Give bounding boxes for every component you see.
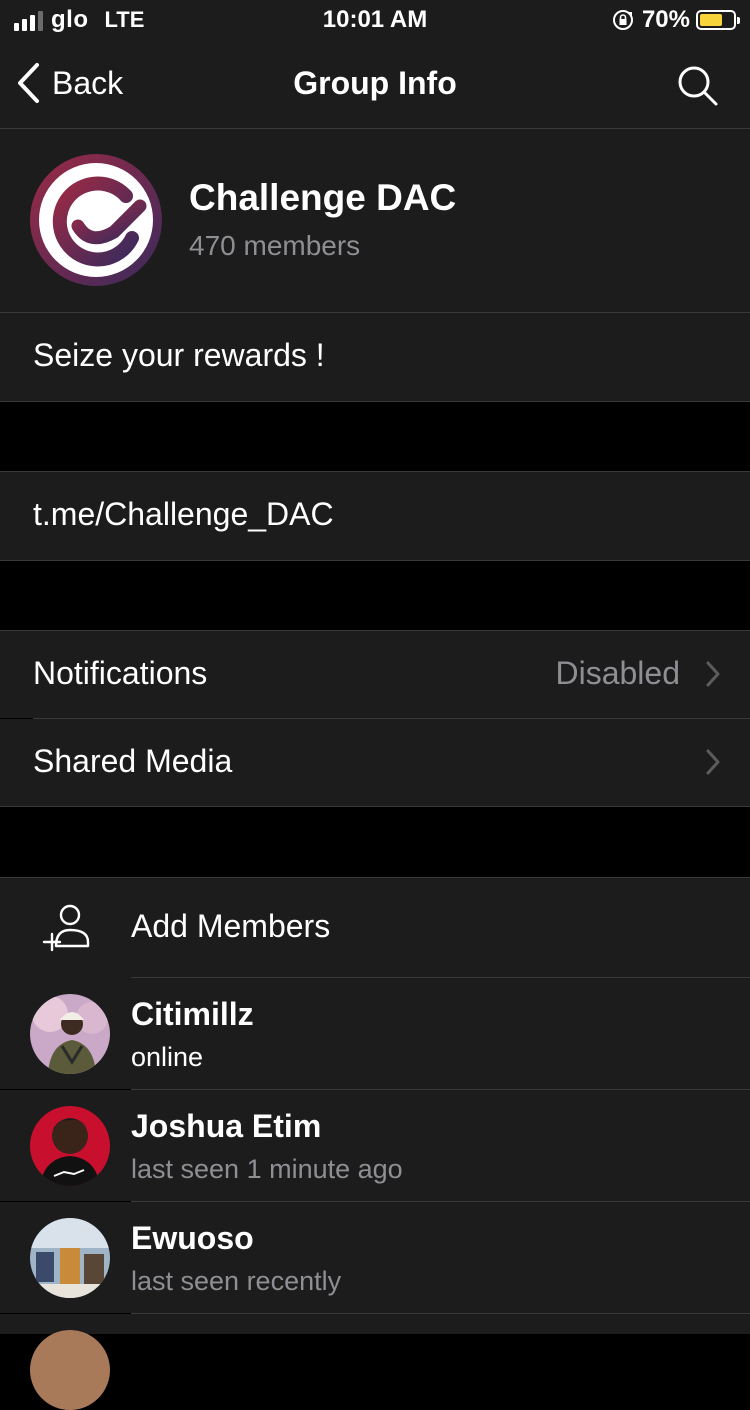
status-right: 70% (612, 6, 740, 34)
shared-media-label: Shared Media (33, 743, 233, 779)
member-name: Joshua Etim (131, 1108, 322, 1144)
member-row[interactable] (0, 1314, 750, 1410)
add-members-label: Add Members (131, 908, 331, 944)
add-user-icon (42, 904, 90, 952)
search-button[interactable] (676, 64, 720, 113)
chevron-right-icon (706, 661, 720, 687)
status-bar: glo LTE 10:01 AM 70% (0, 0, 750, 40)
rotation-lock-icon (612, 10, 633, 30)
divider (0, 401, 750, 402)
add-members-row[interactable]: Add Members (0, 878, 750, 978)
back-label: Back (52, 64, 124, 101)
divider (0, 806, 750, 807)
back-button[interactable]: Back (16, 62, 123, 104)
member-avatar (30, 1106, 110, 1186)
group-description: Seize your rewards ! (33, 337, 325, 373)
member-name: Citimillz (131, 996, 254, 1032)
member-status: last seen 1 minute ago (131, 1154, 403, 1184)
link-row[interactable]: t.me/Challenge_DAC (0, 472, 750, 560)
group-header: Challenge DAC 470 members (0, 129, 750, 312)
member-name: Ewuoso (131, 1220, 254, 1256)
member-avatar (30, 1330, 110, 1410)
shared-media-row[interactable]: Shared Media (0, 719, 750, 806)
member-avatar (30, 994, 110, 1074)
member-row[interactable]: Joshua Etim last seen 1 minute ago (0, 1090, 750, 1201)
nav-bar: Back Group Info (0, 40, 750, 129)
member-status: online (131, 1042, 204, 1072)
battery-icon (696, 10, 740, 30)
member-count: 470 members (189, 230, 361, 261)
battery-fill (700, 14, 722, 26)
member-row[interactable]: Citimillz online (0, 978, 750, 1089)
member-status: last seen recently (131, 1266, 342, 1296)
group-avatar[interactable] (30, 154, 162, 286)
battery-percent: 70% (641, 6, 690, 33)
group-name: Challenge DAC (189, 177, 457, 218)
member-avatar (30, 1218, 110, 1298)
group-link[interactable]: t.me/Challenge_DAC (33, 496, 334, 533)
chevron-left-icon (18, 63, 39, 103)
member-row[interactable]: Ewuoso last seen recently (0, 1202, 750, 1313)
search-icon (678, 66, 718, 106)
description-row: Seize your rewards ! (0, 313, 750, 401)
divider (0, 560, 750, 561)
notifications-label: Notifications (33, 655, 208, 691)
chevron-right-icon (706, 749, 720, 775)
notifications-value: Disabled (555, 655, 680, 691)
notifications-row[interactable]: Notifications Disabled (0, 631, 750, 718)
